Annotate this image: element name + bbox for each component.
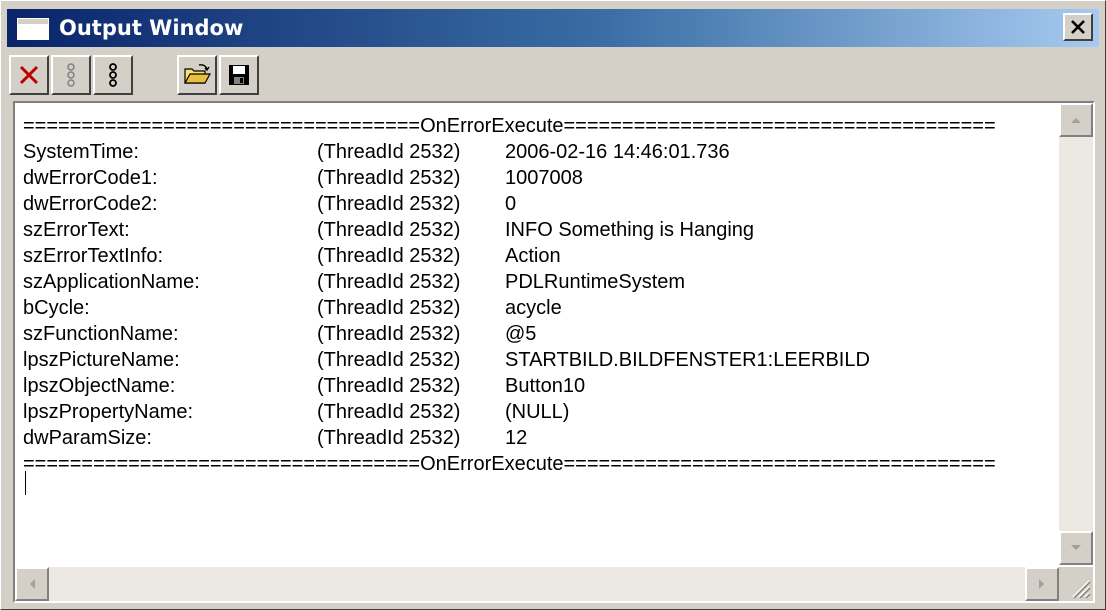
output-row: szApplicationName: (ThreadId 2532) PDLRunt… xyxy=(23,269,1051,295)
resize-grip[interactable] xyxy=(1059,567,1093,601)
output-thread-id: (ThreadId 2532) xyxy=(317,427,461,449)
arrow-left-icon xyxy=(30,579,35,589)
output-window: Output Window ==========================… xyxy=(0,0,1106,610)
output-field-value: PDLRuntimeSystem xyxy=(505,271,686,293)
scroll-left-button[interactable] xyxy=(15,567,49,601)
arrow-down-icon xyxy=(1071,545,1081,550)
output-field-value: 1007008 xyxy=(505,167,583,189)
output-row: SystemTime: (ThreadId 2532) 2006-02-16 14:… xyxy=(23,139,1051,165)
output-field-name: lpszObjectName: xyxy=(23,375,176,397)
window-icon xyxy=(17,18,49,40)
arrow-up-icon xyxy=(1071,118,1081,123)
delete-icon xyxy=(19,65,39,85)
output-log: ==================================OnErro… xyxy=(23,113,1051,477)
output-field-value: 12 xyxy=(505,427,528,449)
output-field-name: bCycle: xyxy=(23,297,90,319)
output-field-value: 0 xyxy=(505,193,517,215)
output-thread-id: (ThreadId 2532) xyxy=(317,375,461,397)
output-field-name: lpszPropertyName: xyxy=(23,401,194,423)
output-field-name: dwParamSize: xyxy=(23,427,152,449)
output-row: dwErrorCode2: (ThreadId 2532) 0 xyxy=(23,191,1051,217)
output-field-value: @5 xyxy=(505,323,537,345)
arrow-right-icon xyxy=(1039,579,1044,589)
scroll-down-button[interactable] xyxy=(1059,531,1093,565)
open-folder-icon xyxy=(183,64,211,84)
text-caret xyxy=(25,471,26,495)
header-separator-line: ==================================OnErro… xyxy=(23,113,1051,139)
close-icon xyxy=(1071,20,1085,34)
output-field-name: szErrorText: xyxy=(23,219,130,241)
thread-grey-icon xyxy=(67,63,75,87)
output-thread-id: (ThreadId 2532) xyxy=(317,167,461,189)
output-row: bCycle: (ThreadId 2532) acycle xyxy=(23,295,1051,321)
footer-separator-line: ==================================OnErro… xyxy=(23,451,1051,477)
output-row: lpszPictureName: (ThreadId 2532) STARTBILD… xyxy=(23,347,1051,373)
output-rows: SystemTime: (ThreadId 2532) 2006-02-16 14:… xyxy=(23,139,1051,451)
output-field-value: Button10 xyxy=(505,375,586,397)
output-text-area[interactable]: ==================================OnErro… xyxy=(13,101,1095,603)
save-button[interactable] xyxy=(219,55,259,95)
output-row: dwErrorCode1: (ThreadId 2532) 1007008 xyxy=(23,165,1051,191)
output-field-value: STARTBILD.BILDFENSTER1:LEERBILD xyxy=(505,349,870,371)
thread-black-icon xyxy=(109,63,117,87)
thread-grey-button[interactable] xyxy=(51,55,91,95)
scroll-up-button[interactable] xyxy=(1059,103,1093,137)
output-field-name: SystemTime: xyxy=(23,141,139,163)
save-icon xyxy=(229,65,249,85)
output-field-value: INFO Something is Hanging xyxy=(505,219,755,241)
output-thread-id: (ThreadId 2532) xyxy=(317,349,461,371)
output-field-name: lpszPictureName: xyxy=(23,349,180,371)
output-field-value: (NULL) xyxy=(505,401,570,423)
output-row: lpszObjectName: (ThreadId 2532) Button10 xyxy=(23,373,1051,399)
close-button[interactable] xyxy=(1063,13,1093,41)
vertical-scrollbar[interactable] xyxy=(1059,103,1093,565)
output-thread-id: (ThreadId 2532) xyxy=(317,297,461,319)
open-button[interactable] xyxy=(177,55,217,95)
title-bar[interactable]: Output Window xyxy=(7,9,1099,47)
horizontal-scrollbar[interactable] xyxy=(15,567,1059,601)
output-thread-id: (ThreadId 2532) xyxy=(317,271,461,293)
output-thread-id: (ThreadId 2532) xyxy=(317,141,461,163)
output-field-name: szApplicationName: xyxy=(23,271,200,293)
output-field-name: dwErrorCode2: xyxy=(23,193,158,215)
window-title: Output Window xyxy=(59,16,244,40)
output-row: dwParamSize: (ThreadId 2532) 12 xyxy=(23,425,1051,451)
output-field-value: acycle xyxy=(505,297,562,319)
output-field-value: 2006-02-16 14:46:01.736 xyxy=(505,141,730,163)
output-row: szErrorText: (ThreadId 2532) INFO Somethin… xyxy=(23,217,1051,243)
output-row: lpszPropertyName: (ThreadId 2532) (NULL) xyxy=(23,399,1051,425)
output-row: szErrorTextInfo: (ThreadId 2532) Action xyxy=(23,243,1051,269)
output-thread-id: (ThreadId 2532) xyxy=(317,219,461,241)
toolbar xyxy=(9,55,309,95)
output-thread-id: (ThreadId 2532) xyxy=(317,245,461,267)
output-thread-id: (ThreadId 2532) xyxy=(317,323,461,345)
scroll-right-button[interactable] xyxy=(1025,567,1059,601)
output-row: szFunctionName: (ThreadId 2532) @5 xyxy=(23,321,1051,347)
output-field-name: dwErrorCode1: xyxy=(23,167,158,189)
output-field-value: Action xyxy=(505,245,561,267)
output-field-name: szErrorTextInfo: xyxy=(23,245,164,267)
resize-grip-icon xyxy=(1072,580,1091,599)
output-thread-id: (ThreadId 2532) xyxy=(317,401,461,423)
output-field-name: szFunctionName: xyxy=(23,323,179,345)
output-thread-id: (ThreadId 2532) xyxy=(317,193,461,215)
delete-button[interactable] xyxy=(9,55,49,95)
separator-text: ==================================OnErro… xyxy=(23,115,996,137)
separator-text: ==================================OnErro… xyxy=(23,453,996,475)
thread-black-button[interactable] xyxy=(93,55,133,95)
